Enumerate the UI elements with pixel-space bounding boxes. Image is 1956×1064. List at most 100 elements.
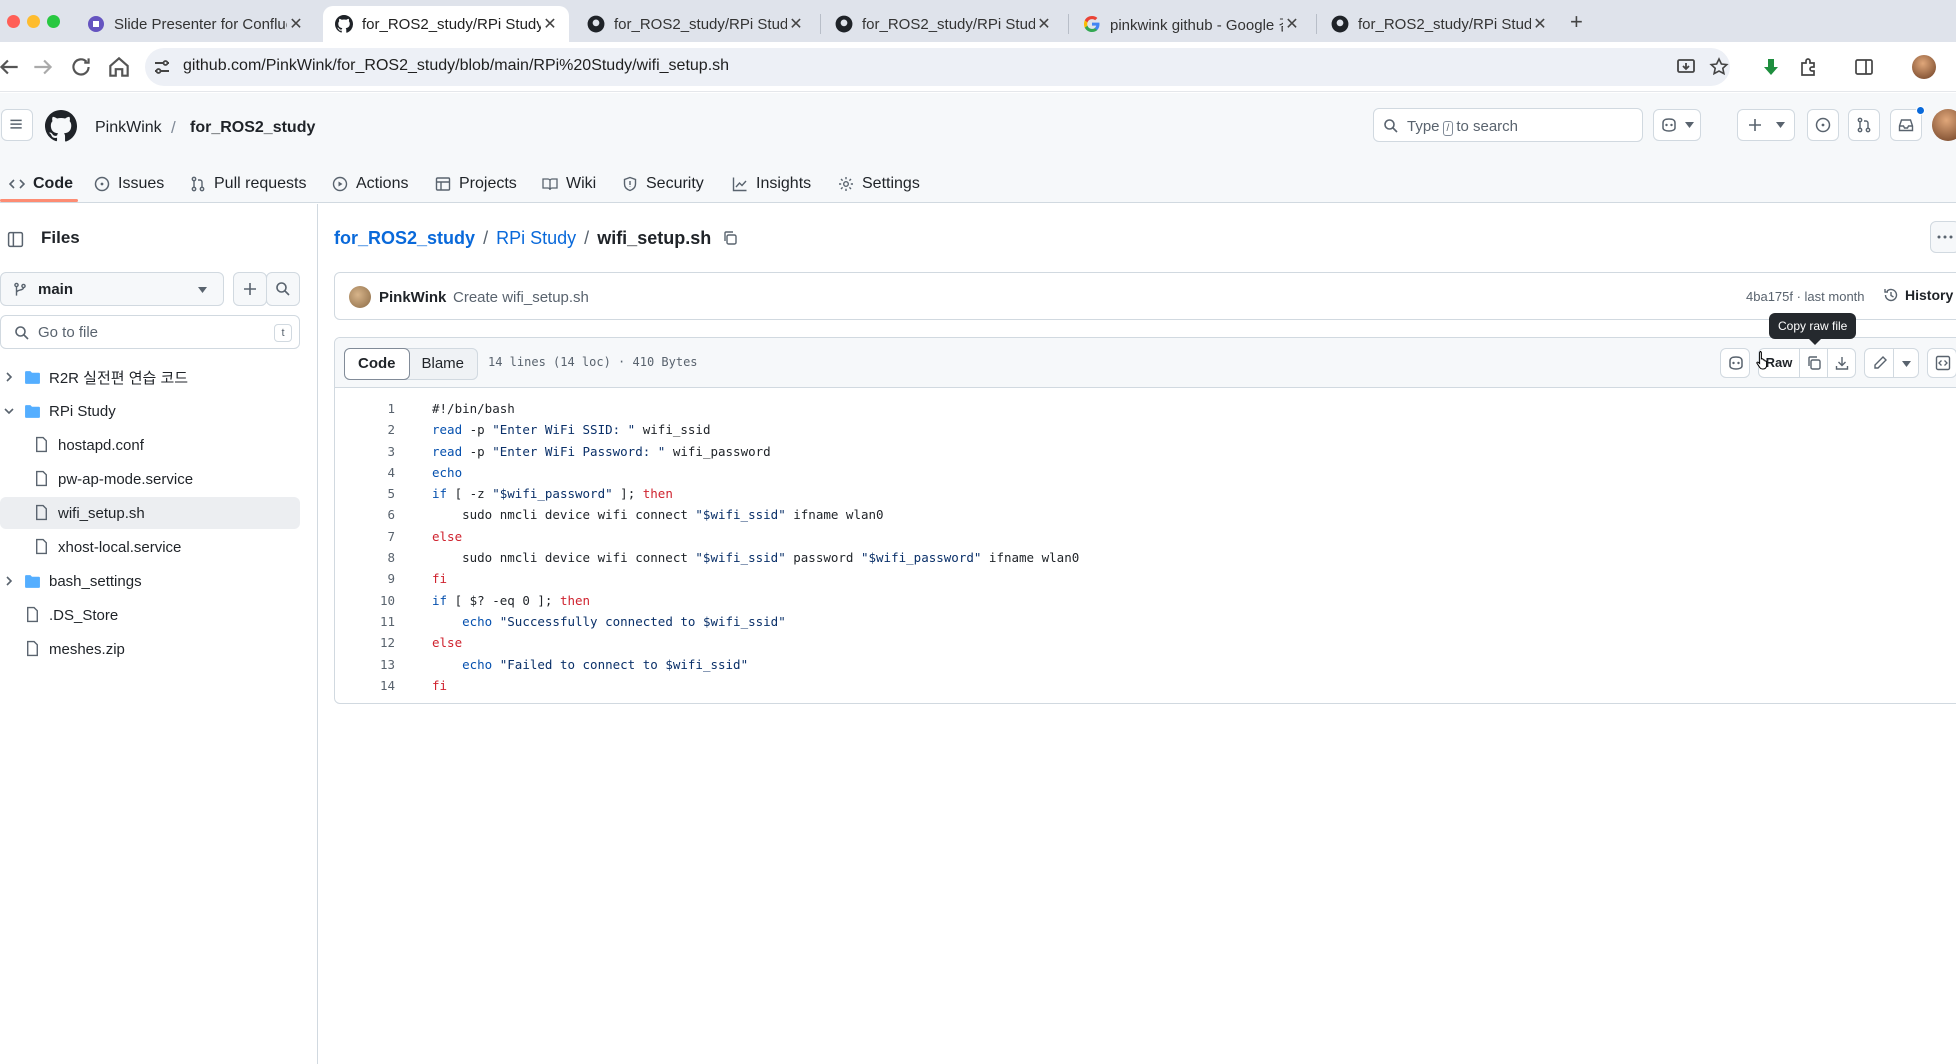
code-line: 9 fi <box>335 568 1956 589</box>
browser-tab[interactable]: for_ROS2_study/RPi Study/pw-ap-mode.serv… <box>575 6 815 42</box>
line-number[interactable]: 11 <box>335 611 395 632</box>
line-number[interactable]: 14 <box>335 675 395 696</box>
window-close-button[interactable] <box>7 15 20 28</box>
commit-author[interactable]: PinkWink <box>379 289 446 306</box>
site-settings-icon[interactable] <box>152 57 172 77</box>
commit-message[interactable]: Create wifi_setup.sh <box>453 289 589 306</box>
side-panel-icon[interactable] <box>1853 56 1875 78</box>
close-tab-icon[interactable]: ✕ <box>1035 14 1053 34</box>
close-tab-icon[interactable]: ✕ <box>787 14 805 34</box>
line-number[interactable]: 10 <box>335 590 395 611</box>
close-tab-icon[interactable]: ✕ <box>287 14 305 34</box>
browser-tab-active[interactable]: for_ROS2_study/RPi Study/wifi_setup.sh ✕ <box>323 6 569 42</box>
line-number[interactable]: 8 <box>335 547 395 568</box>
close-tab-icon[interactable]: ✕ <box>1531 14 1549 34</box>
tab-settings[interactable]: Settings <box>838 166 920 202</box>
add-file-button[interactable] <box>233 272 267 306</box>
tree-file-selected[interactable]: wifi_setup.sh <box>0 497 300 529</box>
github-icon <box>1331 15 1349 33</box>
new-tab-icon[interactable]: + <box>1570 9 1583 35</box>
symbols-panel-button[interactable] <box>1927 348 1956 378</box>
window-zoom-button[interactable] <box>47 15 60 28</box>
home-icon[interactable] <box>106 54 132 80</box>
copilot-button[interactable] <box>1653 109 1701 141</box>
browser-tab[interactable]: for_ROS2_study/RPi Study/hostapd.conf ✕ <box>1319 6 1559 42</box>
blame-view-button[interactable]: Blame <box>409 349 478 379</box>
more-options-button[interactable] <box>1930 221 1956 253</box>
tab-insights[interactable]: Insights <box>732 166 811 202</box>
puzzle-extensions-icon[interactable] <box>1797 56 1819 78</box>
copilot-file-button[interactable] <box>1720 348 1750 378</box>
inbox-button[interactable] <box>1890 106 1925 141</box>
line-number[interactable]: 12 <box>335 632 395 653</box>
tree-file[interactable]: .DS_Store <box>0 599 300 631</box>
tab-actions[interactable]: Actions <box>332 166 408 202</box>
line-number[interactable]: 7 <box>335 526 395 547</box>
reload-icon[interactable] <box>68 54 94 80</box>
line-number[interactable]: 5 <box>335 483 395 504</box>
search-files-button[interactable] <box>266 272 300 306</box>
code-token: fi <box>432 571 448 587</box>
line-number[interactable]: 9 <box>335 568 395 589</box>
history-button[interactable]: History <box>1883 287 1953 303</box>
copy-path-icon[interactable] <box>722 230 738 246</box>
browser-tab[interactable]: Slide Presenter for Confluence ✕ <box>75 6 315 42</box>
bookmark-star-icon[interactable] <box>1708 56 1730 78</box>
tab-code[interactable]: Code <box>9 166 73 202</box>
download-extension-icon[interactable] <box>1760 56 1782 78</box>
close-tab-icon[interactable]: ✕ <box>541 14 559 34</box>
issues-button[interactable] <box>1807 109 1839 141</box>
tab-label: Code <box>33 175 73 192</box>
search-input[interactable]: Type / to search <box>1373 108 1643 142</box>
window-minimize-button[interactable] <box>27 15 40 28</box>
download-raw-button[interactable] <box>1827 348 1856 378</box>
pull-requests-button[interactable] <box>1848 109 1880 141</box>
forward-arrow-icon[interactable] <box>30 54 56 80</box>
tree-file[interactable]: meshes.zip <box>0 633 300 665</box>
repo-name-link[interactable]: for_ROS2_study <box>190 119 315 137</box>
tree-folder[interactable]: RPi Study <box>0 395 300 427</box>
branch-selector[interactable]: main <box>0 272 224 306</box>
copy-raw-button[interactable] <box>1799 348 1828 378</box>
tree-file[interactable]: hostapd.conf <box>0 429 300 461</box>
edit-options-button[interactable] <box>1893 348 1919 378</box>
line-number[interactable]: 13 <box>335 654 395 675</box>
repo-owner-link[interactable]: PinkWink <box>95 119 162 137</box>
tab-projects[interactable]: Projects <box>435 166 517 202</box>
tree-folder[interactable]: bash_settings <box>0 565 300 597</box>
back-arrow-icon[interactable] <box>0 54 22 80</box>
install-app-icon[interactable] <box>1675 56 1697 78</box>
user-avatar[interactable] <box>1932 109 1956 141</box>
breadcrumb-folder-link[interactable]: RPi Study <box>496 228 576 248</box>
commit-author-avatar[interactable] <box>349 286 371 308</box>
breadcrumb-repo-link[interactable]: for_ROS2_study <box>334 228 475 248</box>
collapse-sidebar-button[interactable] <box>0 223 32 255</box>
github-logo-icon[interactable] <box>45 110 77 142</box>
code-view-button[interactable]: Code <box>344 348 410 380</box>
line-number[interactable]: 3 <box>335 441 395 462</box>
go-to-file-input[interactable]: Go to file t <box>0 315 300 349</box>
line-number[interactable]: 2 <box>335 419 395 440</box>
file-icon <box>36 538 47 555</box>
tree-file[interactable]: xhost-local.service <box>0 531 300 563</box>
create-new-button[interactable] <box>1737 109 1795 141</box>
browser-tab[interactable]: for_ROS2_study/RPi Study/hostapd.conf ✕ <box>823 6 1063 42</box>
tree-folder[interactable]: R2R 실전편 연습 코드 <box>0 361 300 393</box>
tab-issues[interactable]: Issues <box>94 166 164 202</box>
menu-button[interactable] <box>1 109 33 141</box>
tree-file[interactable]: pw-ap-mode.service <box>0 463 300 495</box>
line-number[interactable]: 4 <box>335 462 395 483</box>
line-number[interactable]: 6 <box>335 504 395 525</box>
line-number[interactable]: 1 <box>335 398 395 419</box>
search-icon <box>276 282 290 296</box>
tab-wiki[interactable]: Wiki <box>542 166 596 202</box>
close-tab-icon[interactable]: ✕ <box>1283 14 1301 34</box>
edit-file-button[interactable] <box>1864 348 1894 378</box>
tab-pull-requests[interactable]: Pull requests <box>190 166 307 202</box>
tree-item-label: bash_settings <box>49 572 142 590</box>
line-source: fi <box>432 675 447 696</box>
commit-sha-time[interactable]: 4ba175f · last month <box>1746 289 1865 304</box>
profile-avatar[interactable] <box>1912 55 1936 79</box>
tab-security[interactable]: Security <box>622 166 704 202</box>
browser-tab[interactable]: pinkwink github - Google 검색 ✕ <box>1071 6 1311 42</box>
